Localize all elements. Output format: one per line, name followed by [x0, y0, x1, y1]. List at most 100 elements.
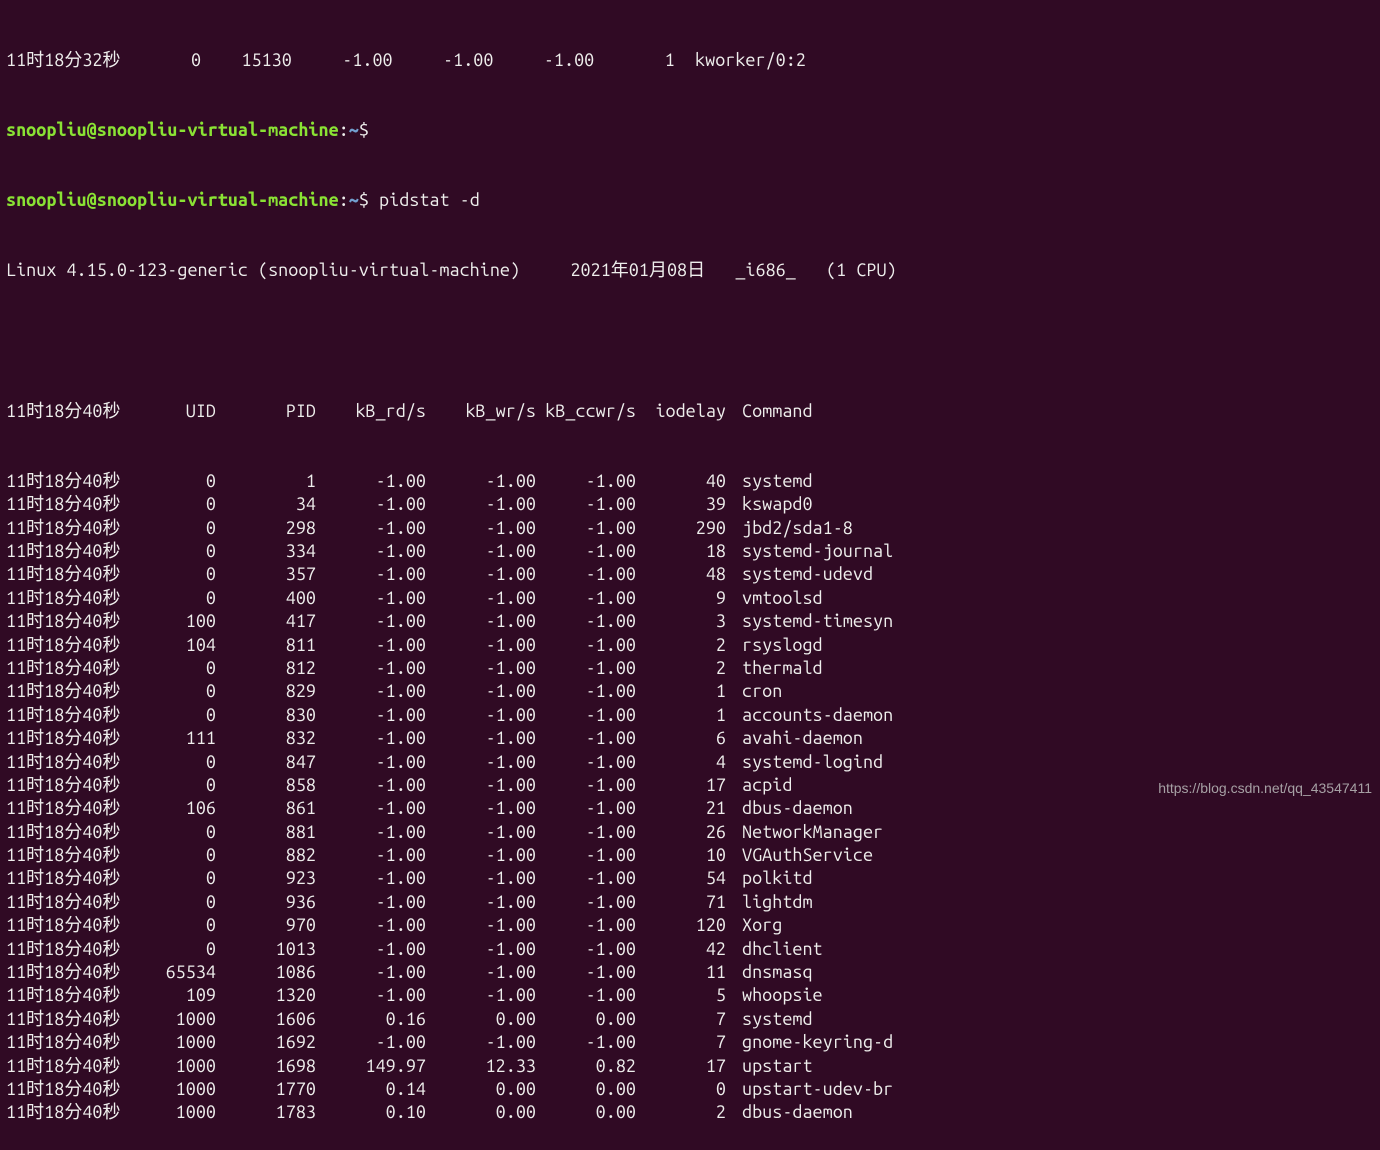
- cell-uid: 65534: [146, 961, 216, 984]
- cell-time: 11时18分40秒: [6, 470, 146, 493]
- cell-iodelay: 54: [636, 867, 726, 890]
- col-header-kb-rd: kB_rd/s: [316, 400, 426, 423]
- cell-iodelay: 0: [636, 1078, 726, 1101]
- table-header-row: 11时18分40秒UIDPIDkB_rd/skB_wr/skB_ccwr/sio…: [6, 400, 1374, 423]
- cell-kb-wr: -1.00: [426, 938, 536, 961]
- cell-uid: 1000: [146, 1031, 216, 1054]
- cell-command: kswapd0: [726, 493, 813, 516]
- col-header-iodelay: iodelay: [636, 400, 726, 423]
- cell-uid: 0: [146, 517, 216, 540]
- cell-kb-ccwr: 0.00: [536, 1078, 636, 1101]
- cell-pid: 970: [216, 914, 316, 937]
- terminal-output[interactable]: 11时18分32秒 0 15130 -1.00 -1.00 -1.00 1 kw…: [0, 0, 1380, 1150]
- prompt-line-idle: snoopliu@snoopliu-virtual-machine:~$: [6, 119, 1374, 142]
- cell-uid: 109: [146, 984, 216, 1007]
- cell-time: 11时18分40秒: [6, 891, 146, 914]
- table-row: 11时18分40秒100017700.140.000.000upstart-ud…: [6, 1078, 1374, 1101]
- table-row: 11时18分40秒10001698149.9712.330.8217upstar…: [6, 1055, 1374, 1078]
- prompt-user: snoopliu: [6, 120, 87, 140]
- cell-pid: 881: [216, 821, 316, 844]
- cell-uid: 0: [146, 587, 216, 610]
- cell-kb-wr: 12.33: [426, 1055, 536, 1078]
- table-row: 11时18分40秒0923-1.00-1.00-1.0054polkitd: [6, 867, 1374, 890]
- cell-kb-rd: -1.00: [316, 914, 426, 937]
- table-row: 11时18分40秒0847-1.00-1.00-1.004systemd-log…: [6, 751, 1374, 774]
- cell-kb-ccwr: -1.00: [536, 540, 636, 563]
- cell-pid: 1320: [216, 984, 316, 1007]
- cell-kb-rd: -1.00: [316, 470, 426, 493]
- prompt-at: @: [87, 190, 97, 210]
- cell-pid: 1086: [216, 961, 316, 984]
- cell-kb-rd: -1.00: [316, 634, 426, 657]
- cell-kb-ccwr: 0.00: [536, 1008, 636, 1031]
- cell-time: 11时18分40秒: [6, 610, 146, 633]
- cell-kb-ccwr: -1.00: [536, 867, 636, 890]
- table-row: 11时18分40秒104811-1.00-1.00-1.002rsyslogd: [6, 634, 1374, 657]
- cell-kb-ccwr: -1.00: [536, 797, 636, 820]
- cell-iodelay: 40: [636, 470, 726, 493]
- cell-uid: 111: [146, 727, 216, 750]
- prompt-user: snoopliu: [6, 190, 87, 210]
- cell-time: 11时18分40秒: [6, 961, 146, 984]
- cell-kb-wr: -1.00: [426, 493, 536, 516]
- prompt-dollar: $: [359, 190, 369, 210]
- cell-time: 11时18分40秒: [6, 634, 146, 657]
- col-header-pid: PID: [216, 400, 316, 423]
- cell-kb-wr: -1.00: [426, 797, 536, 820]
- cell-kb-rd: -1.00: [316, 540, 426, 563]
- cell-time: 11时18分40秒: [6, 938, 146, 961]
- cell-uid: 1000: [146, 1008, 216, 1031]
- blank-line: [6, 329, 1374, 352]
- cell-command: systemd: [726, 470, 813, 493]
- cell-time: 11时18分40秒: [6, 1031, 146, 1054]
- cell-kb-wr: -1.00: [426, 587, 536, 610]
- cell-command: lightdm: [726, 891, 813, 914]
- cell-time: 11时18分40秒: [6, 493, 146, 516]
- cell-kb-ccwr: -1.00: [536, 493, 636, 516]
- cell-kb-wr: -1.00: [426, 844, 536, 867]
- cell-command: systemd: [726, 1008, 813, 1031]
- cell-iodelay: 17: [636, 1055, 726, 1078]
- cell-iodelay: 26: [636, 821, 726, 844]
- cell-pid: 400: [216, 587, 316, 610]
- cell-kb-wr: -1.00: [426, 704, 536, 727]
- cell-time: 11时18分40秒: [6, 984, 146, 1007]
- cell-kb-wr: -1.00: [426, 610, 536, 633]
- cell-pid: 858: [216, 774, 316, 797]
- cell-command: whoopsie: [726, 984, 823, 1007]
- cell-uid: 0: [146, 563, 216, 586]
- cell-kb-rd: -1.00: [316, 938, 426, 961]
- cell-pid: 34: [216, 493, 316, 516]
- cell-kb-ccwr: -1.00: [536, 563, 636, 586]
- cell-uid: 0: [146, 891, 216, 914]
- cell-kb-wr: -1.00: [426, 751, 536, 774]
- cell-kb-rd: -1.00: [316, 610, 426, 633]
- cell-kb-wr: 0.00: [426, 1078, 536, 1101]
- table-body: 11时18分40秒01-1.00-1.00-1.0040systemd11时18…: [6, 470, 1374, 1125]
- cell-kb-rd: -1.00: [316, 844, 426, 867]
- col-header-command: Command: [726, 400, 813, 423]
- cell-pid: 882: [216, 844, 316, 867]
- table-row: 11时18分40秒0936-1.00-1.00-1.0071lightdm: [6, 891, 1374, 914]
- cell-kb-ccwr: -1.00: [536, 704, 636, 727]
- cell-kb-rd: -1.00: [316, 751, 426, 774]
- cell-kb-rd: 0.10: [316, 1101, 426, 1124]
- cell-command: accounts-daemon: [726, 704, 893, 727]
- cell-command: Xorg: [726, 914, 782, 937]
- cell-kb-rd: -1.00: [316, 1031, 426, 1054]
- col-header-kb-ccwr: kB_ccwr/s: [536, 400, 636, 423]
- cell-kb-wr: -1.00: [426, 984, 536, 1007]
- cell-command: thermald: [726, 657, 823, 680]
- table-row: 11时18分40秒0357-1.00-1.00-1.0048systemd-ud…: [6, 563, 1374, 586]
- cell-uid: 100: [146, 610, 216, 633]
- table-row: 11时18分40秒655341086-1.00-1.00-1.0011dnsma…: [6, 961, 1374, 984]
- cell-time: 11时18分40秒: [6, 587, 146, 610]
- cell-time: 11时18分40秒: [6, 704, 146, 727]
- cell-time: 11时18分40秒: [6, 821, 146, 844]
- cell-kb-rd: -1.00: [316, 657, 426, 680]
- cell-kb-wr: -1.00: [426, 961, 536, 984]
- cell-kb-rd: -1.00: [316, 704, 426, 727]
- table-row: 11时18分40秒034-1.00-1.00-1.0039kswapd0: [6, 493, 1374, 516]
- cell-pid: 1698: [216, 1055, 316, 1078]
- cell-command: systemd-journal: [726, 540, 893, 563]
